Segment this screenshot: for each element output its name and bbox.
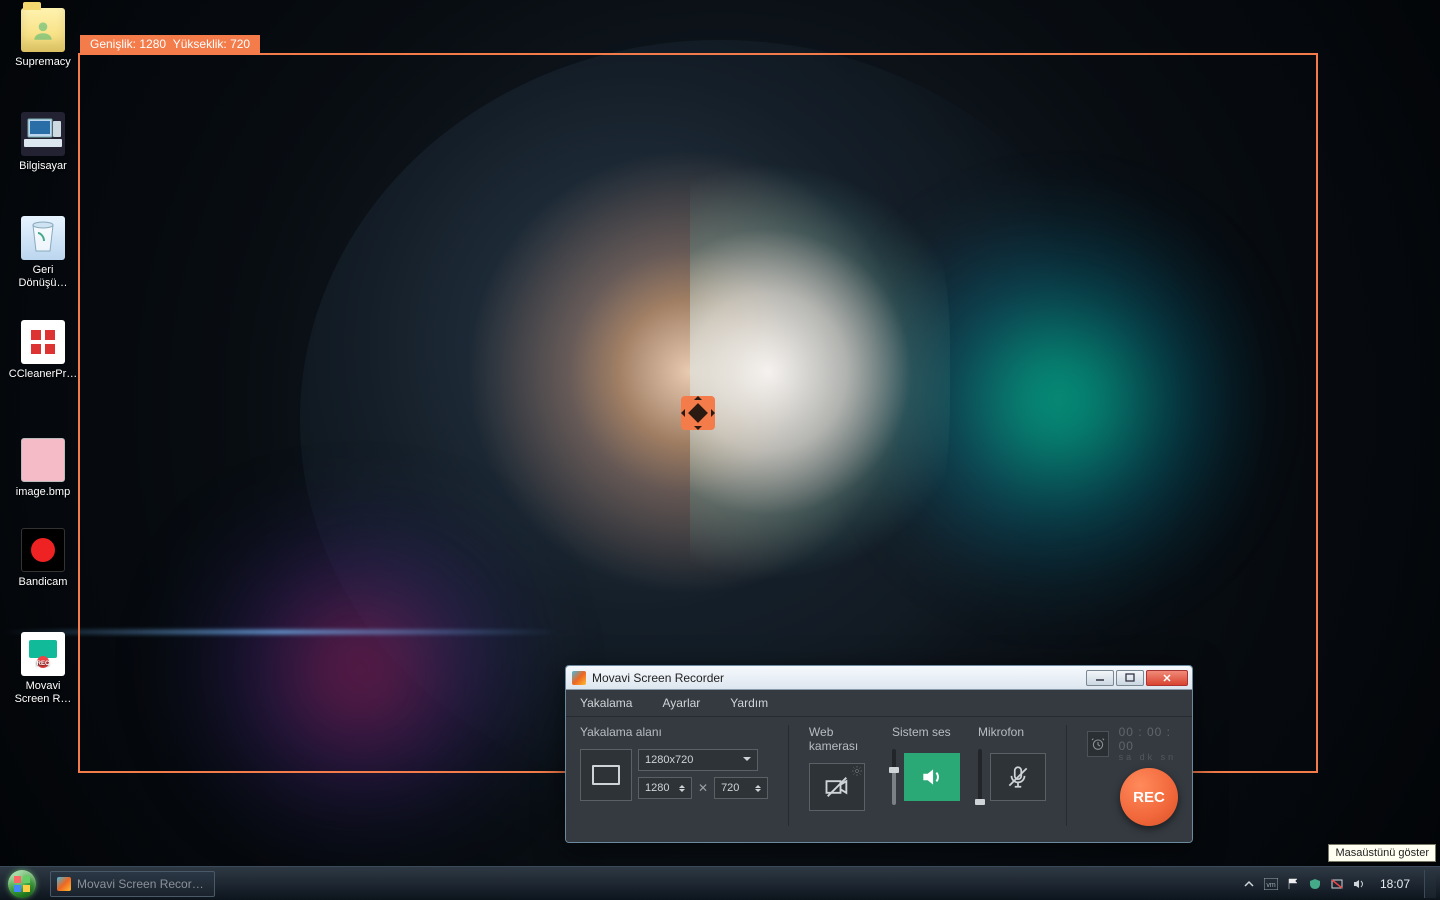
- bandicam-icon: [21, 528, 65, 572]
- microphone-toggle-button[interactable]: [990, 753, 1046, 801]
- webcam-section: Web kamerası: [809, 725, 874, 811]
- tray-vm-icon[interactable]: vm: [1264, 877, 1278, 891]
- speaker-icon: [919, 764, 945, 790]
- desktop-icons: Supremacy Bilgisayar Geri Dönüşü… CClean…: [6, 8, 86, 736]
- app-icon: [57, 877, 71, 891]
- taskbar-clock[interactable]: 18:07: [1374, 877, 1416, 891]
- timer-display: 00 : 00 : 00 sa dk sn: [1119, 725, 1178, 762]
- desktop-icon-computer[interactable]: Bilgisayar: [6, 112, 80, 204]
- spinner-icon: [755, 782, 761, 795]
- windows-orb-icon: [8, 870, 36, 898]
- height-input[interactable]: 720: [714, 777, 768, 799]
- close-button[interactable]: [1146, 670, 1188, 686]
- capture-area-header: Yakalama alanı: [580, 725, 768, 739]
- movavi-icon: REC: [21, 632, 65, 676]
- system-sound-section: Sistem ses: [892, 725, 960, 805]
- record-button[interactable]: REC: [1120, 768, 1178, 826]
- tray-flag-icon[interactable]: [1286, 877, 1300, 891]
- recycle-bin-icon: [21, 216, 65, 260]
- taskbar-app-movavi[interactable]: Movavi Screen Recor…: [50, 871, 215, 897]
- movavi-window: Movavi Screen Recorder Yakalama Ayarlar …: [565, 665, 1193, 843]
- desktop: Supremacy Bilgisayar Geri Dönüşü… CClean…: [0, 0, 1440, 900]
- svg-text:REC: REC: [37, 661, 50, 667]
- menubar: Yakalama Ayarlar Yardım: [566, 690, 1192, 717]
- window-title: Movavi Screen Recorder: [592, 671, 1084, 685]
- minimize-button[interactable]: [1086, 670, 1114, 686]
- spinner-icon: [679, 782, 685, 795]
- microphone-header: Mikrofon: [978, 725, 1046, 739]
- show-desktop-button[interactable]: [1424, 870, 1436, 898]
- show-desktop-tooltip: Masaüstünü göster: [1328, 844, 1436, 862]
- desktop-icon-image-bmp[interactable]: image.bmp: [6, 424, 80, 516]
- menu-capture[interactable]: Yakalama: [580, 696, 632, 710]
- system-sound-slider[interactable]: [892, 749, 896, 805]
- system-sound-header: Sistem ses: [892, 725, 960, 739]
- schedule-button[interactable]: [1087, 731, 1109, 757]
- computer-icon: [21, 112, 65, 156]
- ccleaner-icon: [21, 320, 65, 364]
- folder-icon: [21, 8, 65, 52]
- titlebar[interactable]: Movavi Screen Recorder: [566, 666, 1192, 690]
- webcam-off-icon: [823, 773, 851, 801]
- desktop-icon-supremacy[interactable]: Supremacy: [6, 8, 80, 100]
- menu-help[interactable]: Yardım: [730, 696, 768, 710]
- separator: [788, 725, 789, 826]
- maximize-button[interactable]: [1116, 670, 1144, 686]
- tray-volume-icon[interactable]: [1352, 877, 1366, 891]
- svg-text:vm: vm: [1266, 882, 1276, 889]
- start-button[interactable]: [0, 867, 44, 900]
- gear-icon[interactable]: [851, 765, 863, 777]
- webcam-header: Web kamerası: [809, 725, 874, 753]
- taskbar: Movavi Screen Recor… vm 18:07: [0, 866, 1440, 900]
- bmp-file-icon: [21, 438, 65, 482]
- tray-shield-icon[interactable]: [1308, 877, 1322, 891]
- capture-area-section: Yakalama alanı 1280x720 1280: [580, 725, 768, 801]
- separator: [1066, 725, 1067, 826]
- capture-dimensions-label: Genişlik: 1280 Yükseklik: 720: [80, 35, 260, 53]
- desktop-icon-movavi[interactable]: REC Movavi Screen R…: [6, 632, 80, 724]
- desktop-icon-recycle-bin[interactable]: Geri Dönüşü…: [6, 216, 80, 308]
- multiply-icon: ✕: [698, 781, 708, 795]
- select-area-button[interactable]: [580, 749, 632, 801]
- app-icon: [572, 671, 586, 685]
- resolution-preset-dropdown[interactable]: 1280x720: [638, 749, 758, 771]
- window-body: Yakalama alanı 1280x720 1280: [566, 717, 1192, 842]
- microphone-off-icon: [1005, 764, 1031, 790]
- chevron-down-icon: [743, 757, 751, 765]
- record-section: 00 : 00 : 00 sa dk sn REC: [1087, 725, 1178, 826]
- desktop-icon-bandicam[interactable]: Bandicam: [6, 528, 80, 620]
- tray-blocked-icon[interactable]: [1330, 877, 1344, 891]
- microphone-section: Mikrofon: [978, 725, 1046, 805]
- tray-show-hidden-icon[interactable]: [1242, 877, 1256, 891]
- system-tray: vm 18:07: [1234, 877, 1424, 891]
- desktop-icon-ccleaner[interactable]: CCleanerPr…: [6, 320, 80, 412]
- microphone-slider[interactable]: [978, 749, 982, 805]
- webcam-toggle-button[interactable]: [809, 763, 865, 811]
- system-sound-toggle-button[interactable]: [904, 753, 960, 801]
- width-input[interactable]: 1280: [638, 777, 692, 799]
- menu-settings[interactable]: Ayarlar: [662, 696, 700, 710]
- screen-icon: [592, 765, 620, 785]
- capture-move-handle[interactable]: [681, 396, 715, 430]
- alarm-clock-icon: [1090, 736, 1106, 752]
